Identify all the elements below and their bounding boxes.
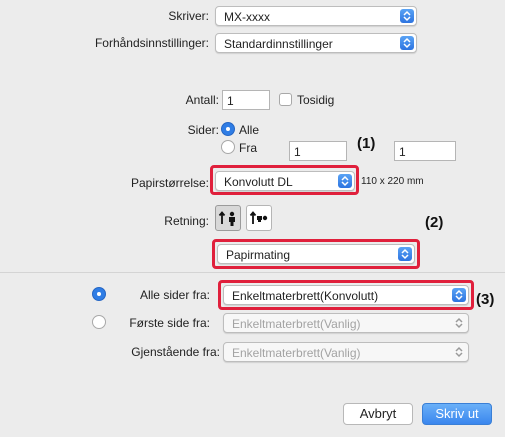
chevron-updown-icon bbox=[400, 9, 414, 23]
section-value: Papirmating bbox=[226, 248, 291, 262]
copies-value: 1 bbox=[227, 94, 234, 108]
chevron-updown-icon bbox=[452, 288, 466, 302]
feed-first-page-select[interactable]: Enkeltmaterbrett(Vanlig) bbox=[223, 313, 469, 333]
chevron-updown-icon bbox=[452, 345, 466, 359]
orientation-label: Retning: bbox=[164, 214, 209, 228]
orientation-portrait-button[interactable] bbox=[215, 205, 241, 231]
duplex-label: Tosidig bbox=[297, 93, 335, 107]
orientation-landscape-button[interactable] bbox=[246, 205, 272, 231]
chevron-updown-icon bbox=[400, 36, 414, 50]
print-button[interactable]: Skriv ut bbox=[422, 403, 492, 425]
printer-value: MX-xxxx bbox=[224, 10, 270, 24]
pages-all-label: Alle bbox=[239, 123, 260, 137]
copies-input[interactable]: 1 bbox=[222, 90, 270, 110]
copies-label: Antall: bbox=[185, 93, 219, 107]
feed-all-pages-select[interactable]: Enkeltmaterbrett(Konvolutt) bbox=[223, 285, 469, 305]
section-select[interactable]: Papirmating bbox=[217, 244, 415, 264]
callout-2: (2) bbox=[425, 214, 444, 231]
pages-label: Sider: bbox=[187, 123, 219, 137]
pages-from-label: Fra bbox=[239, 141, 257, 155]
presets-value: Standardinnstillinger bbox=[224, 37, 333, 51]
feed-all-pages-label: Alle sider fra: bbox=[139, 288, 210, 302]
feed-remaining-value: Enkeltmaterbrett(Vanlig) bbox=[232, 346, 361, 360]
feed-remaining-select[interactable]: Enkeltmaterbrett(Vanlig) bbox=[223, 342, 469, 362]
callout-3: (3) bbox=[476, 291, 495, 308]
feed-first-page-radio[interactable] bbox=[92, 315, 106, 329]
chevron-updown-icon bbox=[338, 174, 352, 188]
pages-from-input[interactable]: 1 bbox=[289, 141, 347, 161]
cancel-button[interactable]: Avbryt bbox=[343, 403, 413, 425]
portrait-person-icon bbox=[218, 211, 235, 226]
chevron-updown-icon bbox=[452, 316, 466, 330]
landscape-person-icon bbox=[249, 211, 268, 224]
paper-size-label: Papirstørrelse: bbox=[130, 176, 209, 190]
pages-to-value: 1 bbox=[399, 145, 406, 159]
feed-remaining-label: Gjenstående fra: bbox=[131, 345, 220, 359]
feed-first-page-label: Første side fra: bbox=[129, 316, 210, 330]
duplex-checkbox[interactable] bbox=[279, 93, 292, 106]
separator bbox=[0, 272, 505, 273]
presets-label: Forhåndsinnstillinger: bbox=[94, 36, 209, 50]
chevron-updown-icon bbox=[398, 247, 412, 261]
feed-first-page-value: Enkeltmaterbrett(Vanlig) bbox=[232, 317, 361, 331]
pages-to-input[interactable]: 1 bbox=[394, 141, 456, 161]
printer-select[interactable]: MX-xxxx bbox=[215, 6, 417, 26]
presets-select[interactable]: Standardinnstillinger bbox=[215, 33, 417, 53]
paper-size-select[interactable]: Konvolutt DL bbox=[215, 171, 355, 191]
feed-all-pages-radio[interactable] bbox=[92, 287, 106, 301]
printer-label: Skriver: bbox=[168, 9, 209, 23]
paper-size-value: Konvolutt DL bbox=[224, 175, 293, 189]
pages-from-radio[interactable] bbox=[221, 140, 235, 154]
callout-1: (1) bbox=[357, 135, 376, 152]
paper-size-dimensions: 110 x 220 mm bbox=[361, 176, 424, 187]
pages-from-value: 1 bbox=[294, 145, 301, 159]
pages-all-radio[interactable] bbox=[221, 122, 235, 136]
feed-all-pages-value: Enkeltmaterbrett(Konvolutt) bbox=[232, 289, 379, 303]
